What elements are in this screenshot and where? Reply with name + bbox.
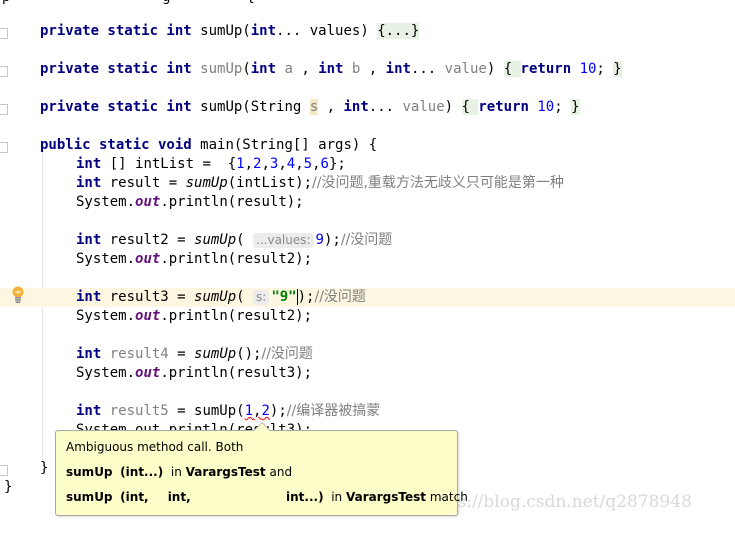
folded-body[interactable]: {...} <box>377 23 420 39</box>
folded-body-close[interactable]: } <box>571 99 580 115</box>
code-line: int [] intList = {1,2,3,4,5,6}; <box>76 156 346 172</box>
lightbulb-icon[interactable] <box>11 286 25 304</box>
code-line: System.out.println(result2); <box>76 308 313 324</box>
code-line: System.out.println(result); <box>76 194 304 210</box>
error-squiggle[interactable]: 1,2 <box>245 403 270 419</box>
tooltip-pointer <box>253 422 271 431</box>
folded-body-close[interactable]: } <box>613 61 622 77</box>
highlighted-param: s <box>309 99 319 115</box>
code-line: int result = sumUp(intList);//没问题,重载方法无歧… <box>76 175 564 191</box>
folded-body-open[interactable]: { <box>461 99 479 115</box>
code-line: int result4 = sumUp();//没问题 <box>76 346 313 362</box>
code-line-main: public static void main(String[] args) { <box>40 137 378 153</box>
code-line-method1: private static int sumUp(int... values) … <box>40 23 420 39</box>
tooltip-message: Ambiguous method call. Both <box>66 440 244 454</box>
code-line-method3: private static int sumUp(String s , int.… <box>40 99 580 115</box>
code-line: System.out.println(result3); <box>76 365 313 381</box>
code-line-partial: p g { <box>0 0 735 7</box>
code-line: int result2 = sumUp( ...values: 9);//没问题 <box>76 232 393 248</box>
tooltip-candidate-2: sumUp (int, int, int...) in VarargsTest … <box>66 490 468 504</box>
parameter-hint: s: <box>253 290 270 305</box>
code-line-method2: private static int sumUp(int a , int b ,… <box>40 61 622 77</box>
parameter-hint: ...values: <box>253 233 314 248</box>
tooltip-candidate-1: sumUp (int...) in VarargsTest and <box>66 465 293 479</box>
code-editor[interactable]: p g { private static int sumUp(int... va… <box>0 0 735 524</box>
code-line-current: int result3 = sumUp( s: "9");//没问题 <box>0 288 735 307</box>
code-line: System.out.println(result2); <box>76 251 313 267</box>
folded-body-open[interactable]: { <box>503 61 521 77</box>
error-tooltip: Ambiguous method call. Both sumUp (int..… <box>55 422 468 516</box>
code-line-error: int result5 = sumUp(1,2);//编译器被搞蒙 <box>76 403 381 419</box>
